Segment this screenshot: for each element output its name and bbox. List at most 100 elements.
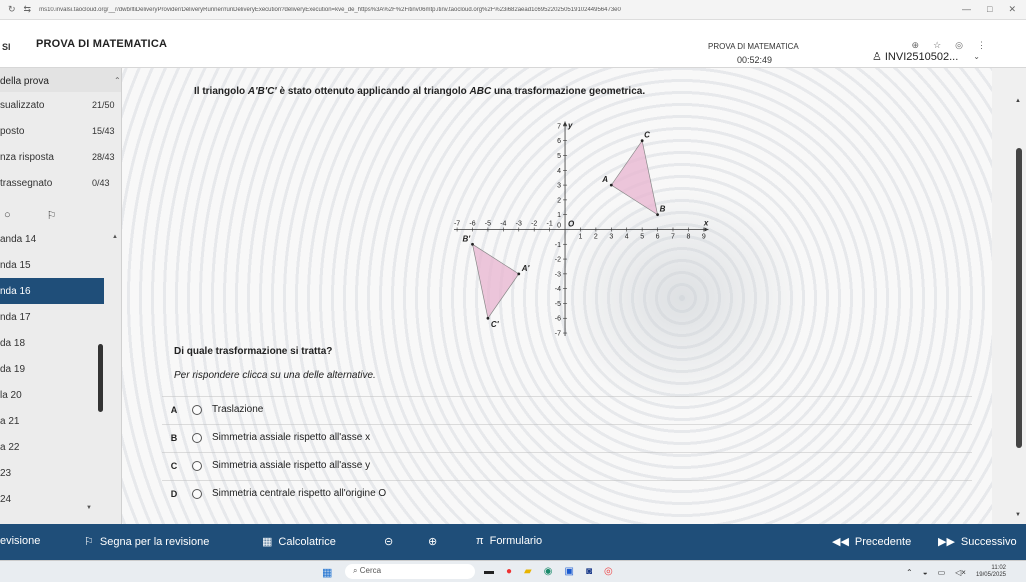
x-tick-label: -1 xyxy=(546,220,552,227)
display-icon[interactable]: ▭ xyxy=(938,568,946,577)
radio-button[interactable] xyxy=(192,488,202,499)
scroll-up-icon[interactable]: ▲ xyxy=(112,234,118,240)
app-icon[interactable]: ◙ xyxy=(586,566,592,577)
task-view-icon[interactable]: ▬ xyxy=(484,566,494,577)
edge-icon[interactable]: ◉ xyxy=(544,566,553,577)
scroll-down-icon[interactable]: ▼ xyxy=(86,505,92,511)
option-a[interactable]: A Traslazione xyxy=(162,396,972,422)
question-area: Il triangolo A'B'C' è stato ottenuto app… xyxy=(122,68,992,524)
question-text: Il triangolo A'B'C' è stato ottenuto app… xyxy=(194,86,646,97)
stat-flagged[interactable]: trassegnato 0/43 xyxy=(0,172,121,194)
app-icon[interactable]: ● xyxy=(506,566,512,577)
vertex-point xyxy=(640,139,644,143)
radio-button[interactable] xyxy=(192,404,202,415)
y-tick-label: -5 xyxy=(555,301,561,308)
x-tick-label: 9 xyxy=(702,233,706,240)
window-controls: — □ ✕ xyxy=(962,4,1016,15)
scrollbar-thumb[interactable] xyxy=(1016,148,1022,448)
zoom-in-button[interactable]: ⊕ xyxy=(428,535,437,548)
question-item[interactable]: a 22 xyxy=(0,434,104,460)
question-item-active[interactable]: nda 16 xyxy=(0,278,104,304)
vertex-label: A' xyxy=(521,264,531,273)
vertex-label: C' xyxy=(491,320,500,329)
system-tray: ⌃ ◒ ▭ ◁× 11:02 19/05/2025 xyxy=(906,565,1006,579)
vertex-label: A xyxy=(601,175,608,184)
previous-button[interactable]: ◀◀ Precedente xyxy=(832,535,911,549)
mark-for-review-button[interactable]: ⚐ Segna per la revisione xyxy=(84,535,209,549)
option-d[interactable]: D Simmetria centrale rispetto all'origin… xyxy=(162,480,972,506)
radio-button[interactable] xyxy=(192,460,202,471)
user-menu[interactable]: ♙ INVI2510502... ⌄ xyxy=(872,50,980,64)
review-button[interactable]: evisione xyxy=(0,535,40,547)
x-tick-label: -3 xyxy=(516,220,522,227)
taskbar-search[interactable]: ⌕ Cerca xyxy=(345,564,475,579)
circle-filter-icon[interactable]: ○ xyxy=(4,209,11,221)
x-tick-label: 7 xyxy=(671,233,675,240)
reload-icon[interactable]: ↻ xyxy=(8,4,16,15)
stat-viewed[interactable]: sualizzato 21/50 xyxy=(0,94,121,116)
question-item[interactable]: la 20 xyxy=(0,382,104,408)
close-icon[interactable]: ✕ xyxy=(1008,4,1016,15)
question-item[interactable]: da 19 xyxy=(0,356,104,382)
chevron-up-icon[interactable]: ⌃ xyxy=(906,568,913,577)
formulas-button[interactable]: π Formulario xyxy=(476,535,542,547)
y-axis-label: y xyxy=(567,121,573,130)
zoom-out-button[interactable]: ⊝ xyxy=(384,535,393,548)
clock[interactable]: 11:02 19/05/2025 xyxy=(976,565,1006,579)
scroll-down-icon[interactable]: ▼ xyxy=(1015,512,1021,518)
search-icon: ⌕ xyxy=(353,566,358,575)
site-settings-icon[interactable]: ⇆ xyxy=(24,4,32,15)
triangle-abc xyxy=(610,139,659,216)
vertex-point xyxy=(609,183,613,187)
radio-button[interactable] xyxy=(192,432,202,443)
scroll-up-icon[interactable]: ▲ xyxy=(1015,98,1021,104)
rewind-icon: ◀◀ xyxy=(832,536,849,548)
x-tick-label: 2 xyxy=(594,233,598,240)
y-tick-label: 5 xyxy=(557,153,561,160)
chrome-icon[interactable]: ◎ xyxy=(604,566,613,577)
x-tick-label: -7 xyxy=(454,220,460,227)
option-c[interactable]: C Simmetria assiale rispetto all'asse y xyxy=(162,452,972,478)
sidebar-scrollbar[interactable] xyxy=(98,344,103,412)
y-tick-label: 6 xyxy=(557,138,561,145)
maximize-icon[interactable]: □ xyxy=(987,4,992,15)
origin-zero: 0 xyxy=(557,222,561,229)
x-tick-label: 1 xyxy=(579,233,583,240)
os-taskbar: ▦ ⌕ Cerca ▬ ● ▰ ◉ ▣ ◙ ◎ ⌃ ◒ ▭ ◁× 11:02 1… xyxy=(0,560,1026,582)
y-tick-label: 3 xyxy=(557,183,561,190)
user-icon: ♙ xyxy=(872,51,882,63)
question-item[interactable]: nda 17 xyxy=(0,304,104,330)
question-item[interactable]: anda 14 xyxy=(0,226,104,252)
store-icon[interactable]: ▣ xyxy=(564,566,573,577)
app-logo: SI xyxy=(2,42,11,52)
y-tick-label: -3 xyxy=(555,271,561,278)
question-item[interactable]: 23 xyxy=(0,460,104,486)
vertex-point xyxy=(471,242,474,246)
next-button[interactable]: ▶▶ Successivo xyxy=(938,535,1017,549)
x-tick-label: -2 xyxy=(531,220,537,227)
network-icon[interactable]: ◒ xyxy=(923,568,928,577)
windows-start-icon[interactable]: ▦ xyxy=(322,566,332,579)
url-bar[interactable]: ms10.invalsi.taocloud.org/__r/dwb/ltiDel… xyxy=(39,7,819,13)
main-scrollbar[interactable]: ▲ ▼ xyxy=(992,68,1026,524)
y-tick-label: -2 xyxy=(555,257,561,264)
sidebar-section-header[interactable]: della prova ⌃ xyxy=(0,68,121,92)
page-title: PROVA DI MATEMATICA xyxy=(36,38,168,50)
question-item[interactable]: da 18 xyxy=(0,330,104,356)
option-b[interactable]: B Simmetria assiale rispetto all'asse x xyxy=(162,424,972,450)
y-tick-label: 2 xyxy=(557,197,561,204)
stat-answered[interactable]: posto 15/43 xyxy=(0,120,121,142)
question-item[interactable]: nda 15 xyxy=(0,252,104,278)
y-tick-label: 1 xyxy=(557,212,561,219)
sidebar: della prova ⌃ sualizzato 21/50 posto 15/… xyxy=(0,68,122,524)
x-tick-label: 3 xyxy=(609,233,613,240)
question-item[interactable]: a 21 xyxy=(0,408,104,434)
volume-icon[interactable]: ◁× xyxy=(955,568,966,577)
test-name: PROVA DI MATEMATICA xyxy=(708,42,799,51)
folder-icon[interactable]: ▰ xyxy=(524,566,532,577)
calculator-button[interactable]: ▦ Calcolatrice xyxy=(262,535,336,549)
y-tick-label: -4 xyxy=(555,286,561,293)
stat-unanswered[interactable]: nza risposta 28/43 xyxy=(0,146,121,168)
flag-filter-icon[interactable]: ⚐ xyxy=(47,209,57,222)
minimize-icon[interactable]: — xyxy=(962,4,971,15)
